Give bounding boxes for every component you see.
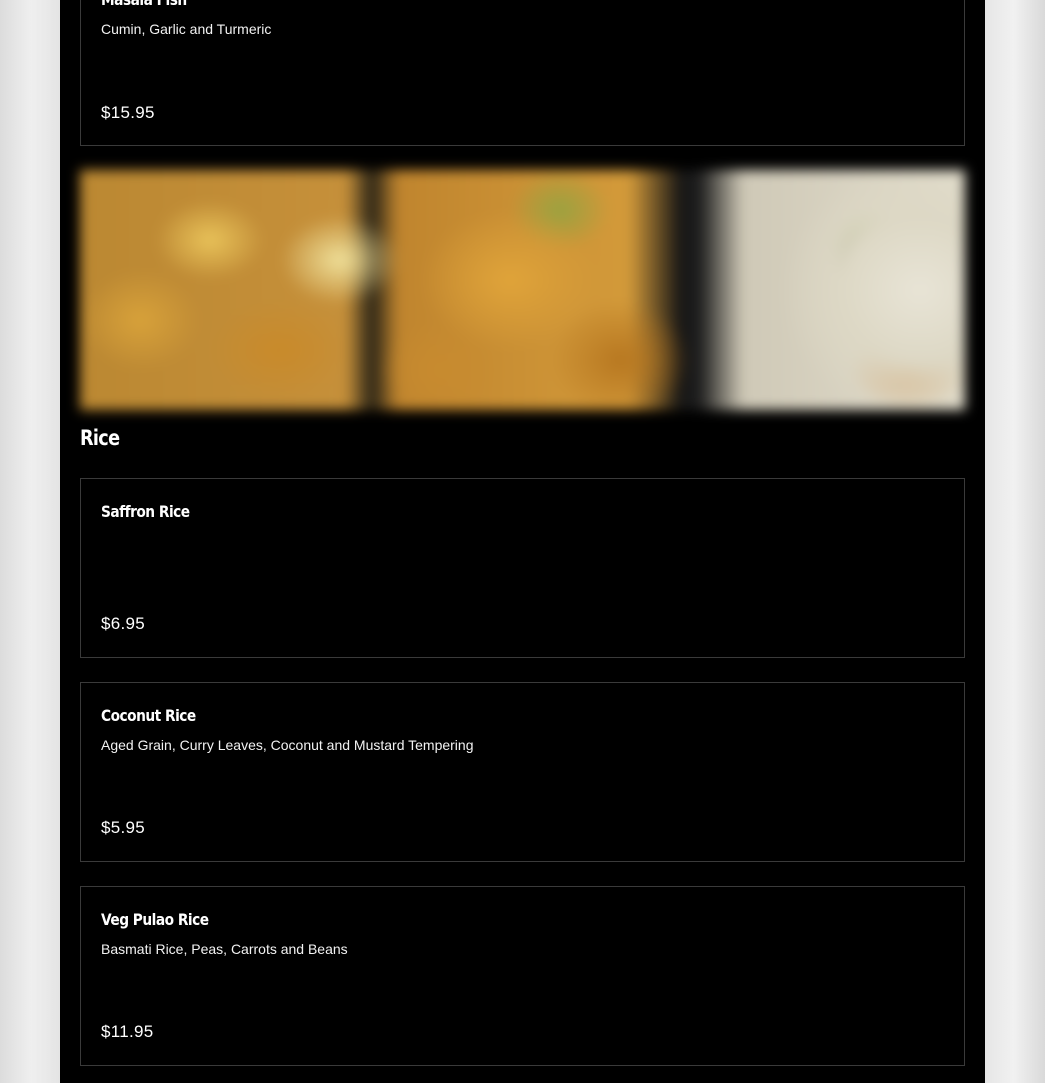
- rice-section-banner-image: [80, 170, 965, 410]
- menu-item-name: Saffron Rice: [101, 502, 190, 521]
- section-title: Rice: [80, 426, 120, 450]
- menu-item-price: $6.95: [101, 614, 146, 633]
- menu-item-description: Basmati Rice, Peas, Carrots and Beans: [101, 941, 348, 957]
- menu-item-card[interactable]: Masala Fish Cumin, Garlic and Turmeric $…: [80, 0, 965, 146]
- menu-item-card[interactable]: Coconut Rice Aged Grain, Curry Leaves, C…: [80, 682, 965, 862]
- menu-item-description: Cumin, Garlic and Turmeric: [101, 21, 272, 37]
- menu-item-card[interactable]: Veg Pulao Rice Basmati Rice, Peas, Carro…: [80, 886, 965, 1066]
- menu-item-name: Veg Pulao Rice: [101, 910, 209, 929]
- menu-item-price: $5.95: [101, 818, 146, 837]
- menu-item-name: Masala Fish: [101, 0, 187, 9]
- menu-item-card[interactable]: Saffron Rice $6.95: [80, 478, 965, 658]
- menu-page: Masala Fish Cumin, Garlic and Turmeric $…: [60, 0, 985, 1083]
- menu-item-price: $15.95: [101, 103, 155, 122]
- menu-item-price: $11.95: [101, 1022, 154, 1041]
- menu-item-name: Coconut Rice: [101, 706, 196, 725]
- menu-item-description: Aged Grain, Curry Leaves, Coconut and Mu…: [101, 737, 474, 753]
